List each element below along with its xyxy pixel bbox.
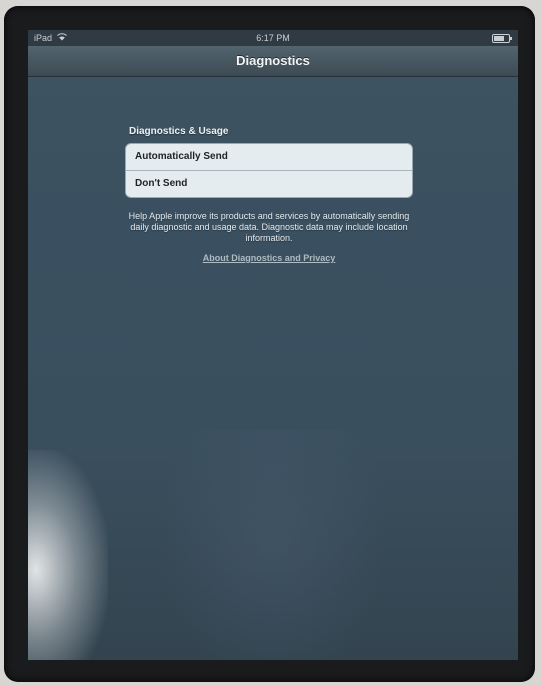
status-time: 6:17 PM <box>256 33 290 43</box>
about-diagnostics-privacy-link[interactable]: About Diagnostics and Privacy <box>125 253 413 263</box>
screen-reflection <box>158 430 388 660</box>
dont-send-option[interactable]: Don't Send <box>126 170 412 197</box>
diagnostics-panel: Diagnostics & Usage Automatically Send D… <box>125 126 413 263</box>
screen-glare <box>28 450 108 660</box>
ipad-device-frame: iPad 6:17 PM Diagnostics Diagnostics & U… <box>4 6 535 682</box>
automatically-send-option[interactable]: Automatically Send <box>126 144 412 170</box>
battery-fill <box>494 36 504 41</box>
section-header: Diagnostics & Usage <box>129 126 229 137</box>
page-title: Diagnostics <box>236 53 310 68</box>
battery-icon <box>492 34 512 43</box>
ipad-screen: iPad 6:17 PM Diagnostics Diagnostics & U… <box>28 30 518 660</box>
status-bar: iPad 6:17 PM <box>28 30 518 46</box>
diagnostics-options-group: Automatically Send Don't Send <box>125 143 413 198</box>
help-text: Help Apple improve its products and serv… <box>128 211 410 243</box>
navigation-bar: Diagnostics <box>28 46 518 77</box>
